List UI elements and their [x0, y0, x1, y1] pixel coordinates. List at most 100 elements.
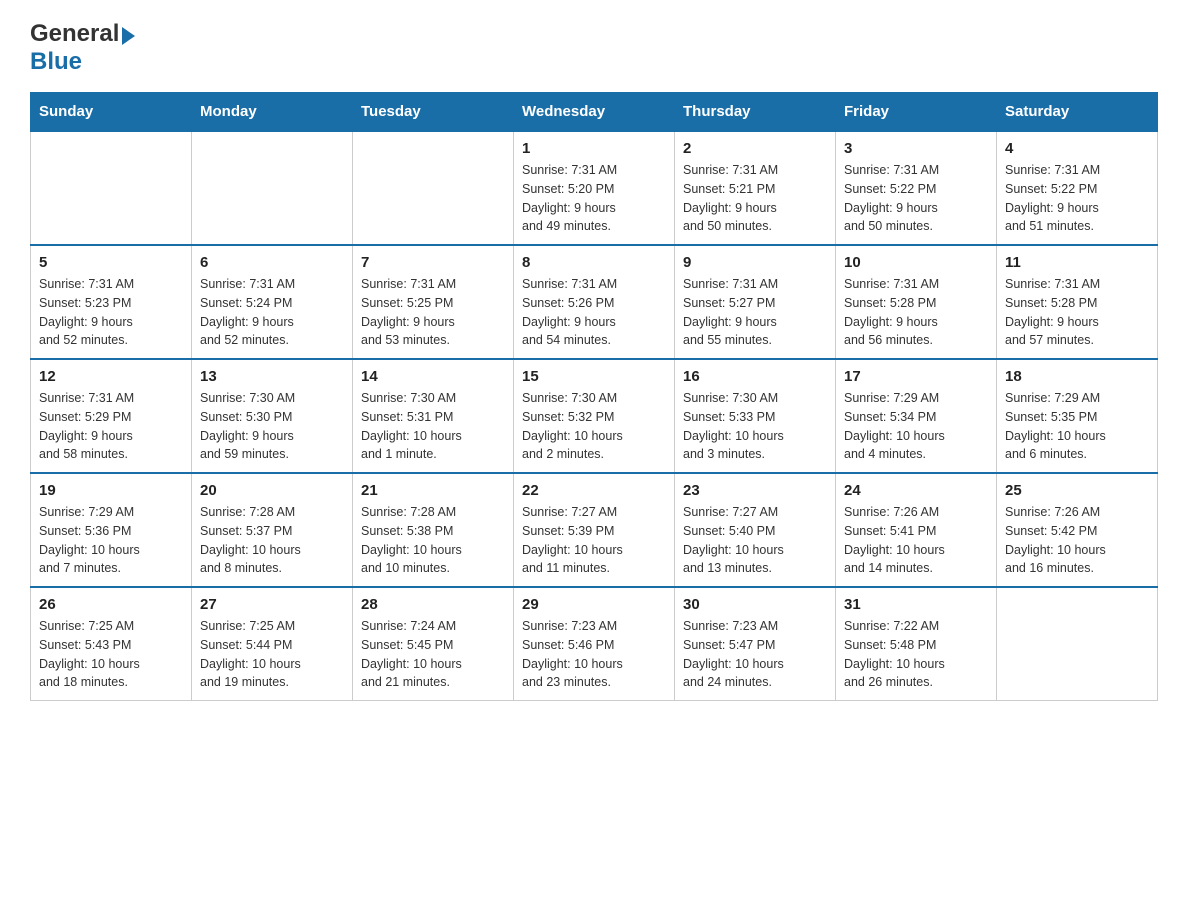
calendar-week-row: 1 Sunrise: 7:31 AM Sunset: 5:20 PM Daylig… [31, 131, 1158, 245]
calendar-cell: 24 Sunrise: 7:26 AM Sunset: 5:41 PM Dayli… [836, 473, 997, 587]
calendar-week-row: 19 Sunrise: 7:29 AM Sunset: 5:36 PM Dayli… [31, 473, 1158, 587]
day-number: 12 [39, 368, 183, 385]
day-number: 30 [683, 596, 827, 613]
calendar-cell: 28 Sunrise: 7:24 AM Sunset: 5:45 PM Dayli… [353, 587, 514, 701]
calendar-cell: 14 Sunrise: 7:30 AM Sunset: 5:31 PM Dayli… [353, 359, 514, 473]
calendar-cell [997, 587, 1158, 701]
calendar-cell: 23 Sunrise: 7:27 AM Sunset: 5:40 PM Dayli… [675, 473, 836, 587]
day-info: Sunrise: 7:29 AM Sunset: 5:36 PM Dayligh… [39, 503, 183, 578]
calendar-cell: 15 Sunrise: 7:30 AM Sunset: 5:32 PM Dayli… [514, 359, 675, 473]
calendar-cell [31, 131, 192, 245]
calendar-week-row: 12Sunrise: 7:31 AM Sunset: 5:29 PM Dayli… [31, 359, 1158, 473]
day-info: Sunrise: 7:31 AM Sunset: 5:25 PM Dayligh… [361, 275, 505, 350]
day-number: 1 [522, 140, 666, 157]
day-number: 24 [844, 482, 988, 499]
day-info: Sunrise: 7:31 AM Sunset: 5:28 PM Dayligh… [1005, 275, 1149, 350]
day-number: 29 [522, 596, 666, 613]
day-info: Sunrise: 7:28 AM Sunset: 5:37 PM Dayligh… [200, 503, 344, 578]
calendar-cell: 13 Sunrise: 7:30 AM Sunset: 5:30 PM Dayli… [192, 359, 353, 473]
day-number: 2 [683, 140, 827, 157]
day-number: 5 [39, 254, 183, 271]
day-number: 7 [361, 254, 505, 271]
day-info: Sunrise: 7:27 AM Sunset: 5:39 PM Dayligh… [522, 503, 666, 578]
calendar-header-row: SundayMondayTuesdayWednesdayThursdayFrid… [31, 93, 1158, 132]
day-number: 26 [39, 596, 183, 613]
day-info: Sunrise: 7:31 AM Sunset: 5:24 PM Dayligh… [200, 275, 344, 350]
calendar-cell: 31Sunrise: 7:22 AM Sunset: 5:48 PM Dayli… [836, 587, 997, 701]
calendar-cell: 4 Sunrise: 7:31 AM Sunset: 5:22 PM Daylig… [997, 131, 1158, 245]
day-number: 9 [683, 254, 827, 271]
day-number: 25 [1005, 482, 1149, 499]
day-number: 23 [683, 482, 827, 499]
calendar-cell: 17 Sunrise: 7:29 AM Sunset: 5:34 PM Dayli… [836, 359, 997, 473]
day-info: Sunrise: 7:30 AM Sunset: 5:33 PM Dayligh… [683, 389, 827, 464]
day-number: 19 [39, 482, 183, 499]
day-info: Sunrise: 7:31 AM Sunset: 5:21 PM Dayligh… [683, 161, 827, 236]
calendar-cell: 2 Sunrise: 7:31 AM Sunset: 5:21 PM Daylig… [675, 131, 836, 245]
day-info: Sunrise: 7:29 AM Sunset: 5:34 PM Dayligh… [844, 389, 988, 464]
weekday-header: Tuesday [353, 93, 514, 132]
day-info: Sunrise: 7:31 AM Sunset: 5:27 PM Dayligh… [683, 275, 827, 350]
calendar-cell: 27Sunrise: 7:25 AM Sunset: 5:44 PM Dayli… [192, 587, 353, 701]
day-number: 10 [844, 254, 988, 271]
day-info: Sunrise: 7:26 AM Sunset: 5:41 PM Dayligh… [844, 503, 988, 578]
day-number: 3 [844, 140, 988, 157]
day-info: Sunrise: 7:31 AM Sunset: 5:22 PM Dayligh… [844, 161, 988, 236]
day-info: Sunrise: 7:25 AM Sunset: 5:43 PM Dayligh… [39, 617, 183, 692]
weekday-header: Thursday [675, 93, 836, 132]
logo: General Blue [30, 20, 135, 76]
weekday-header: Friday [836, 93, 997, 132]
weekday-header: Monday [192, 93, 353, 132]
calendar-cell: 11 Sunrise: 7:31 AM Sunset: 5:28 PM Dayli… [997, 245, 1158, 359]
logo-blue-text: Blue [30, 48, 82, 75]
calendar-cell: 1 Sunrise: 7:31 AM Sunset: 5:20 PM Daylig… [514, 131, 675, 245]
day-number: 31 [844, 596, 988, 613]
day-number: 11 [1005, 254, 1149, 271]
day-info: Sunrise: 7:31 AM Sunset: 5:26 PM Dayligh… [522, 275, 666, 350]
calendar-week-row: 5 Sunrise: 7:31 AM Sunset: 5:23 PM Daylig… [31, 245, 1158, 359]
calendar-cell: 7 Sunrise: 7:31 AM Sunset: 5:25 PM Daylig… [353, 245, 514, 359]
calendar-table: SundayMondayTuesdayWednesdayThursdayFrid… [30, 92, 1158, 701]
day-info: Sunrise: 7:27 AM Sunset: 5:40 PM Dayligh… [683, 503, 827, 578]
day-info: Sunrise: 7:31 AM Sunset: 5:20 PM Dayligh… [522, 161, 666, 236]
day-number: 8 [522, 254, 666, 271]
day-info: Sunrise: 7:31 AM Sunset: 5:22 PM Dayligh… [1005, 161, 1149, 236]
logo-arrow-icon [122, 27, 135, 45]
day-info: Sunrise: 7:30 AM Sunset: 5:32 PM Dayligh… [522, 389, 666, 464]
day-info: Sunrise: 7:29 AM Sunset: 5:35 PM Dayligh… [1005, 389, 1149, 464]
calendar-cell: 16Sunrise: 7:30 AM Sunset: 5:33 PM Dayli… [675, 359, 836, 473]
day-number: 21 [361, 482, 505, 499]
calendar-cell: 29 Sunrise: 7:23 AM Sunset: 5:46 PM Dayli… [514, 587, 675, 701]
calendar-cell [192, 131, 353, 245]
logo-general-text: General [30, 20, 119, 48]
day-info: Sunrise: 7:31 AM Sunset: 5:28 PM Dayligh… [844, 275, 988, 350]
day-number: 13 [200, 368, 344, 385]
day-number: 17 [844, 368, 988, 385]
calendar-cell: 18 Sunrise: 7:29 AM Sunset: 5:35 PM Dayli… [997, 359, 1158, 473]
calendar-cell: 12Sunrise: 7:31 AM Sunset: 5:29 PM Dayli… [31, 359, 192, 473]
day-info: Sunrise: 7:31 AM Sunset: 5:23 PM Dayligh… [39, 275, 183, 350]
day-number: 15 [522, 368, 666, 385]
calendar-cell: 22 Sunrise: 7:27 AM Sunset: 5:39 PM Dayli… [514, 473, 675, 587]
day-info: Sunrise: 7:23 AM Sunset: 5:47 PM Dayligh… [683, 617, 827, 692]
day-number: 28 [361, 596, 505, 613]
calendar-cell: 3 Sunrise: 7:31 AM Sunset: 5:22 PM Daylig… [836, 131, 997, 245]
calendar-cell: 26 Sunrise: 7:25 AM Sunset: 5:43 PM Dayli… [31, 587, 192, 701]
weekday-header: Sunday [31, 93, 192, 132]
day-number: 22 [522, 482, 666, 499]
day-number: 20 [200, 482, 344, 499]
calendar-cell: 20 Sunrise: 7:28 AM Sunset: 5:37 PM Dayli… [192, 473, 353, 587]
day-info: Sunrise: 7:30 AM Sunset: 5:30 PM Dayligh… [200, 389, 344, 464]
weekday-header: Wednesday [514, 93, 675, 132]
day-number: 4 [1005, 140, 1149, 157]
day-number: 18 [1005, 368, 1149, 385]
day-info: Sunrise: 7:23 AM Sunset: 5:46 PM Dayligh… [522, 617, 666, 692]
calendar-cell: 21Sunrise: 7:28 AM Sunset: 5:38 PM Dayli… [353, 473, 514, 587]
day-info: Sunrise: 7:24 AM Sunset: 5:45 PM Dayligh… [361, 617, 505, 692]
day-number: 6 [200, 254, 344, 271]
day-info: Sunrise: 7:30 AM Sunset: 5:31 PM Dayligh… [361, 389, 505, 464]
calendar-cell: 10 Sunrise: 7:31 AM Sunset: 5:28 PM Dayli… [836, 245, 997, 359]
page-header: General Blue [30, 20, 1158, 76]
day-number: 14 [361, 368, 505, 385]
day-info: Sunrise: 7:26 AM Sunset: 5:42 PM Dayligh… [1005, 503, 1149, 578]
